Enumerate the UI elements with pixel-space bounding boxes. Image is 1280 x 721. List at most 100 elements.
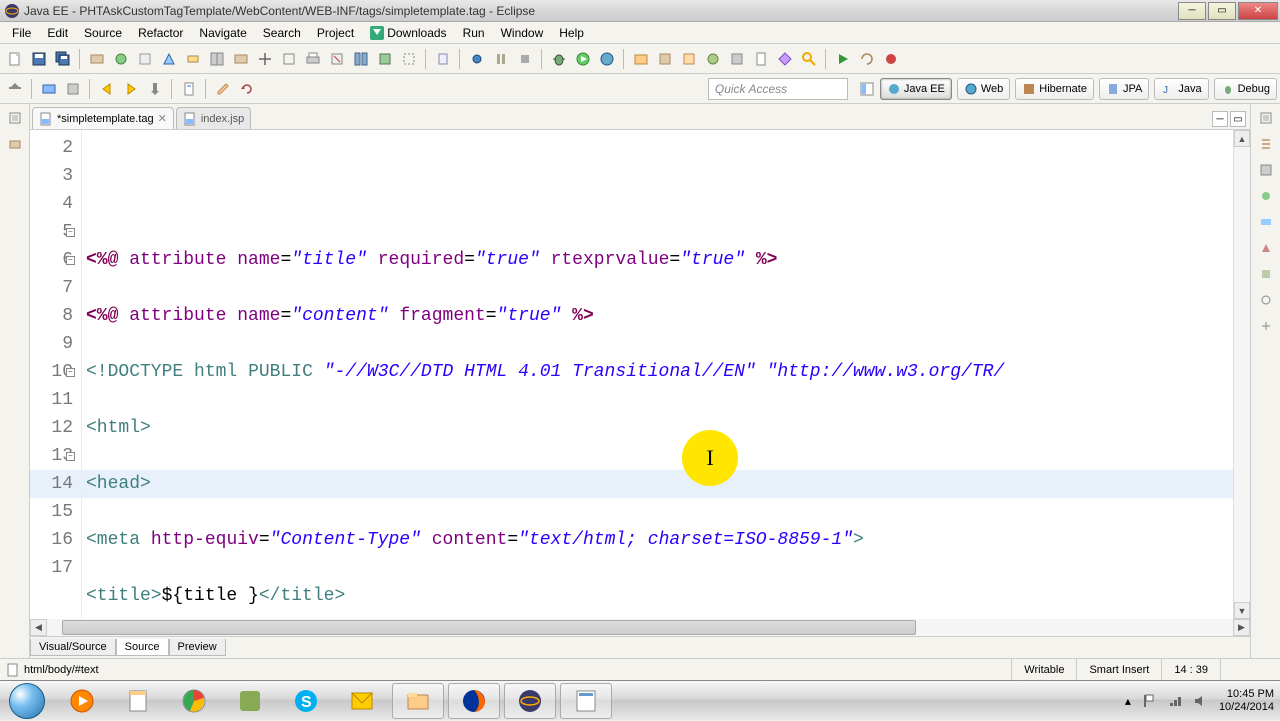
minimize-button[interactable]: ─ [1178,2,1206,20]
tool-terminate[interactable] [880,48,902,70]
close-button[interactable]: ✕ [1238,2,1278,20]
volume-icon[interactable] [1193,693,1209,709]
restore-icon[interactable] [1256,108,1276,128]
view-icon[interactable] [1256,160,1276,180]
fold-icon[interactable]: − [66,228,75,237]
subtab-preview[interactable]: Preview [169,639,226,656]
maximize-view-button[interactable]: ▭ [1230,111,1246,127]
menu-search[interactable]: Search [255,24,309,42]
task-eclipse[interactable] [504,683,556,719]
minimize-view-button[interactable]: ─ [1212,111,1228,127]
new-button[interactable] [4,48,26,70]
scroll-thumb[interactable] [62,620,916,635]
new-project-button[interactable] [630,48,652,70]
tool-generic[interactable] [726,48,748,70]
tool-generic[interactable] [750,48,772,70]
tool-generic[interactable] [206,48,228,70]
task-firefox[interactable] [448,683,500,719]
tool-generic[interactable] [62,78,84,100]
new-package-button[interactable] [654,48,676,70]
tool-relaunch[interactable] [856,48,878,70]
forward-button[interactable] [120,78,142,100]
perspective-jpa[interactable]: JPA [1099,78,1149,100]
tab-simpletemplate[interactable]: *simpletemplate.tag ✕ [32,107,174,129]
menu-help[interactable]: Help [551,24,592,42]
subtab-visualsource[interactable]: Visual/Source [30,639,116,656]
task-notepad[interactable] [112,683,164,719]
tool-generic[interactable] [38,78,60,100]
perspective-hibernate[interactable]: Hibernate [1015,78,1094,100]
scroll-up-icon[interactable]: ▲ [1234,130,1250,147]
menu-refactor[interactable]: Refactor [130,24,191,42]
fold-icon[interactable]: − [66,452,75,461]
perspective-debug[interactable]: Debug [1214,78,1277,100]
quick-access-input[interactable]: Quick Access [708,78,848,100]
view-icon[interactable] [1256,316,1276,336]
tool-generic[interactable] [254,48,276,70]
tool-generic[interactable] [158,48,180,70]
view-icon[interactable] [5,134,25,154]
perspective-java[interactable]: JJava [1154,78,1208,100]
back-button[interactable] [96,78,118,100]
tool-generic[interactable] [178,78,200,100]
save-button[interactable] [28,48,50,70]
scroll-track[interactable] [47,619,1233,636]
tab-indexjsp[interactable]: index.jsp [176,107,251,129]
task-outlook[interactable] [336,683,388,719]
tool-generic[interactable] [278,48,300,70]
task-media[interactable] [56,683,108,719]
menu-project[interactable]: Project [309,24,362,42]
view-icon[interactable] [1256,264,1276,284]
refresh-icon[interactable] [236,78,258,100]
task-explorer[interactable] [392,683,444,719]
tool-generic[interactable] [774,48,796,70]
tool-generic[interactable] [432,48,454,70]
network-icon[interactable] [1167,693,1183,709]
flag-icon[interactable] [1141,693,1157,709]
task-skype[interactable]: S [280,683,332,719]
tool-generic[interactable] [326,48,348,70]
menu-file[interactable]: File [4,24,39,42]
menu-navigate[interactable]: Navigate [191,24,254,42]
start-button[interactable] [0,681,54,721]
debug-button[interactable] [548,48,570,70]
maximize-button[interactable]: ▭ [1208,2,1236,20]
print-button[interactable] [302,48,324,70]
tool-generic[interactable] [144,78,166,100]
perspective-javaee[interactable]: Java EE [880,78,952,100]
tool-generic[interactable] [230,48,252,70]
view-icon[interactable] [1256,290,1276,310]
pause-button[interactable] [490,48,512,70]
menu-window[interactable]: Window [493,24,552,42]
scroll-left-icon[interactable]: ◀ [30,619,47,636]
restore-icon[interactable] [5,108,25,128]
run-button[interactable] [572,48,594,70]
skip-breakpoints-button[interactable] [466,48,488,70]
tool-generic[interactable] [702,48,724,70]
fold-icon[interactable]: − [66,368,75,377]
view-icon[interactable] [1256,238,1276,258]
menu-downloads[interactable]: Downloads [362,24,454,42]
tool-generic[interactable] [374,48,396,70]
run-server-button[interactable] [596,48,618,70]
tool-generic[interactable] [110,48,132,70]
tool-generic[interactable] [350,48,372,70]
close-icon[interactable]: ✕ [158,112,167,125]
view-icon[interactable] [1256,212,1276,232]
view-icon[interactable] [1256,186,1276,206]
scroll-down-icon[interactable]: ▼ [1234,602,1250,619]
save-all-button[interactable] [52,48,74,70]
outline-icon[interactable] [1256,134,1276,154]
perspective-web[interactable]: Web [957,78,1010,100]
scroll-right-icon[interactable]: ▶ [1233,619,1250,636]
fold-icon[interactable]: − [66,256,75,265]
task-app[interactable] [560,683,612,719]
menu-source[interactable]: Source [76,24,130,42]
vertical-scrollbar[interactable]: ▲ ▼ [1233,130,1250,619]
task-chrome[interactable] [168,683,220,719]
open-perspective-button[interactable] [856,78,878,100]
tool-generic[interactable] [86,48,108,70]
task-app[interactable] [224,683,276,719]
menu-run[interactable]: Run [455,24,493,42]
search-button[interactable] [798,48,820,70]
